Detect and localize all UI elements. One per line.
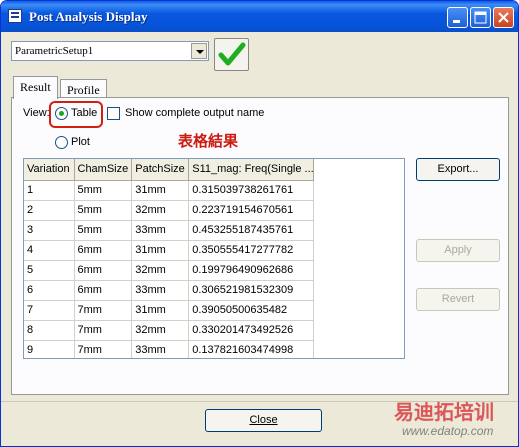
show-complete-name-label[interactable]: Show complete output name xyxy=(125,107,264,119)
column-header-patchsize[interactable]: PatchSize xyxy=(131,159,190,181)
revert-button[interactable]: Revert xyxy=(416,288,500,311)
plot-radio[interactable] xyxy=(55,136,68,149)
table-cell[interactable]: 1 xyxy=(24,180,75,201)
table-cell[interactable]: 5mm xyxy=(74,180,133,201)
table-cell[interactable]: 6mm xyxy=(74,280,133,301)
annotation-text: 表格結果 xyxy=(178,132,239,150)
table-cell[interactable]: 7mm xyxy=(74,340,133,358)
table-cell[interactable]: 31mm xyxy=(131,180,190,201)
apply-button[interactable]: Apply xyxy=(416,239,500,262)
table-cell[interactable]: 6 xyxy=(24,280,75,301)
apply-setup-button[interactable] xyxy=(214,38,249,71)
close-window-button[interactable] xyxy=(493,7,514,28)
table-row[interactable]: 8 7mm 32mm 0.330201473492526 xyxy=(24,320,315,341)
table-cell[interactable]: 32mm xyxy=(131,260,190,281)
table-cell[interactable]: 7 xyxy=(24,300,75,321)
table-row[interactable]: 2 5mm 32mm 0.223719154670561 xyxy=(24,200,315,221)
table-cell[interactable]: 2 xyxy=(24,200,75,221)
table-header-row: Variation ChamSize PatchSize S11_mag: Fr… xyxy=(24,159,315,181)
window-title: Post Analysis Display xyxy=(29,9,148,24)
table-cell[interactable]: 31mm xyxy=(131,300,190,321)
results-table[interactable]: Variation ChamSize PatchSize S11_mag: Fr… xyxy=(23,158,405,359)
table-cell[interactable]: 0.453255187435761 xyxy=(188,220,315,241)
table-cell[interactable]: 0.350555417277782 xyxy=(188,240,315,261)
table-cell[interactable]: 7mm xyxy=(74,320,133,341)
watermark-title: 易迪拓培训 xyxy=(394,400,494,424)
table-cell[interactable]: 7mm xyxy=(74,300,133,321)
view-label: View: xyxy=(23,107,50,119)
table-row[interactable]: 5 6mm 32mm 0.199796490962686 xyxy=(24,260,315,281)
table-body: 1 5mm 31mm 0.315039738261761 2 5mm 32mm 0.22371… xyxy=(24,180,315,358)
column-header-variation[interactable]: Variation xyxy=(24,159,75,181)
table-cell[interactable]: 8 xyxy=(24,320,75,341)
setup-select[interactable]: ParametricSetup1 xyxy=(11,41,209,61)
table-row[interactable]: 7 7mm 31mm 0.39050500635482 xyxy=(24,300,315,321)
post-analysis-window: Post Analysis Display ParametricSetup1 R… xyxy=(0,0,519,447)
maximize-icon xyxy=(474,11,487,24)
table-cell[interactable]: 5 xyxy=(24,260,75,281)
app-icon xyxy=(8,9,22,23)
close-icon xyxy=(498,12,509,23)
table-cell[interactable]: 4 xyxy=(24,240,75,261)
table-cell[interactable]: 0.315039738261761 xyxy=(188,180,315,201)
table-cell[interactable]: 9 xyxy=(24,340,75,358)
table-cell[interactable]: 0.39050500635482 xyxy=(188,300,315,321)
table-cell[interactable]: 0.330201473492526 xyxy=(188,320,315,341)
table-row[interactable]: 9 7mm 33mm 0.137821603474998 xyxy=(24,340,315,358)
show-complete-name-checkbox[interactable] xyxy=(107,107,120,120)
export-button[interactable]: Export... xyxy=(416,158,500,181)
table-cell[interactable]: 6mm xyxy=(74,240,133,261)
plot-radio-label[interactable]: Plot xyxy=(71,136,90,148)
watermark: 易迪拓培训 www.edatop.com xyxy=(394,396,514,442)
table-cell[interactable]: 5mm xyxy=(74,200,133,221)
tab-result[interactable]: Result xyxy=(13,76,58,99)
table-row[interactable]: 4 6mm 31mm 0.350555417277782 xyxy=(24,240,315,261)
table-cell[interactable]: 33mm xyxy=(131,220,190,241)
column-header-s11[interactable]: S11_mag: Freq(Single ... xyxy=(188,159,315,181)
table-cell[interactable]: 3 xyxy=(24,220,75,241)
chevron-down-icon[interactable] xyxy=(191,43,207,59)
checkmark-icon xyxy=(218,42,246,66)
table-row[interactable]: 6 6mm 33mm 0.306521981532309 xyxy=(24,280,315,301)
table-cell[interactable]: 0.306521981532309 xyxy=(188,280,315,301)
table-cell[interactable]: 5mm xyxy=(74,220,133,241)
table-cell[interactable]: 33mm xyxy=(131,280,190,301)
table-row[interactable]: 1 5mm 31mm 0.315039738261761 xyxy=(24,180,315,201)
table-cell[interactable]: 31mm xyxy=(131,240,190,261)
table-option-highlight xyxy=(49,101,103,128)
minimize-button[interactable] xyxy=(447,7,468,28)
watermark-url: www.edatop.com xyxy=(402,424,494,438)
column-header-chamsize[interactable]: ChamSize xyxy=(74,159,133,181)
minimize-icon xyxy=(453,20,460,23)
tab-profile[interactable]: Profile xyxy=(60,79,107,99)
table-cell[interactable]: 0.137821603474998 xyxy=(188,340,315,358)
title-bar[interactable]: Post Analysis Display xyxy=(1,1,518,32)
setup-select-value: ParametricSetup1 xyxy=(15,45,94,57)
table-cell[interactable]: 33mm xyxy=(131,340,190,358)
table-cell[interactable]: 0.223719154670561 xyxy=(188,200,315,221)
close-button[interactable]: Close xyxy=(205,409,322,432)
table-cell[interactable]: 32mm xyxy=(131,200,190,221)
table-cell[interactable]: 0.199796490962686 xyxy=(188,260,315,281)
table-cell[interactable]: 6mm xyxy=(74,260,133,281)
table-row[interactable]: 3 5mm 33mm 0.453255187435761 xyxy=(24,220,315,241)
table-cell[interactable]: 32mm xyxy=(131,320,190,341)
maximize-button[interactable] xyxy=(470,7,491,28)
